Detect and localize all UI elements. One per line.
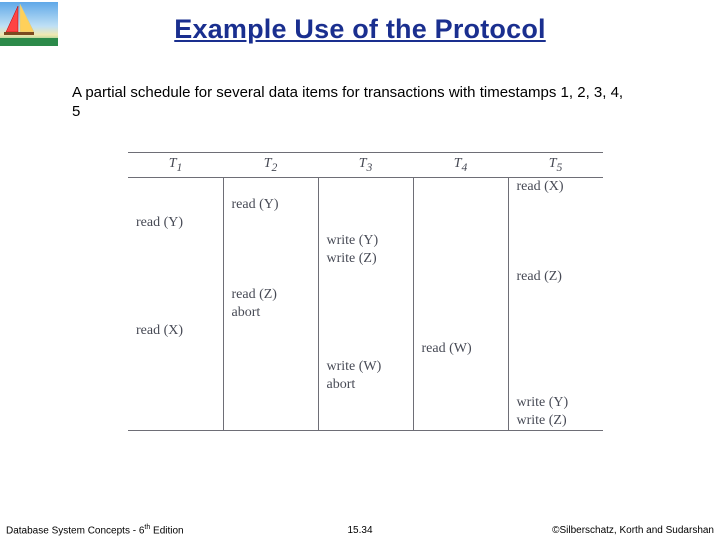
table-cell <box>223 177 318 196</box>
table-row: read (Y) <box>128 196 603 214</box>
table-cell <box>508 286 603 304</box>
table-cell <box>413 196 508 214</box>
table-cell <box>508 196 603 214</box>
table-cell <box>413 286 508 304</box>
col-header-t1: T1 <box>128 153 223 178</box>
table-cell <box>508 376 603 394</box>
table-row: read (Z) <box>128 286 603 304</box>
table-cell <box>223 268 318 286</box>
table-row: write (Y) <box>128 232 603 250</box>
table-cell <box>413 376 508 394</box>
table-cell <box>318 268 413 286</box>
table-row: read (Y) <box>128 214 603 232</box>
table-cell: read (Y) <box>128 214 223 232</box>
table-cell <box>413 304 508 322</box>
table-cell: read (X) <box>128 322 223 340</box>
table-row: read (X) <box>128 177 603 196</box>
table-cell <box>508 304 603 322</box>
table-cell <box>223 214 318 232</box>
table-cell <box>318 412 413 431</box>
table-cell <box>223 340 318 358</box>
table-cell: abort <box>318 376 413 394</box>
table-cell <box>128 286 223 304</box>
table-cell: write (W) <box>318 358 413 376</box>
table-cell <box>223 322 318 340</box>
table-cell <box>318 177 413 196</box>
table-cell <box>508 250 603 268</box>
table-cell <box>413 358 508 376</box>
table-cell <box>318 196 413 214</box>
table-cell: write (Y) <box>508 394 603 412</box>
table-cell <box>223 358 318 376</box>
slide-title: Example Use of the Protocol <box>0 14 720 45</box>
schedule-table-container: T1 T2 T3 T4 T5 read (X)read (Y)read (Y)w… <box>128 152 603 431</box>
table-cell: read (X) <box>508 177 603 196</box>
table-cell <box>318 394 413 412</box>
table-cell: write (Z) <box>318 250 413 268</box>
table-cell: write (Z) <box>508 412 603 431</box>
table-cell: read (W) <box>413 340 508 358</box>
table-cell <box>223 394 318 412</box>
table-cell <box>223 232 318 250</box>
table-cell <box>128 376 223 394</box>
table-cell <box>508 358 603 376</box>
col-header-t2: T2 <box>223 153 318 178</box>
table-row: read (W) <box>128 340 603 358</box>
table-cell <box>128 250 223 268</box>
table-row: abort <box>128 304 603 322</box>
col-header-t3: T3 <box>318 153 413 178</box>
table-cell: read (Z) <box>508 268 603 286</box>
table-cell <box>223 412 318 431</box>
table-cell <box>413 412 508 431</box>
table-cell <box>413 232 508 250</box>
table-cell <box>318 214 413 232</box>
table-cell <box>318 286 413 304</box>
table-row: write (Z) <box>128 412 603 431</box>
table-cell <box>413 214 508 232</box>
table-cell <box>508 232 603 250</box>
table-cell: read (Z) <box>223 286 318 304</box>
table-cell <box>413 250 508 268</box>
table-cell <box>413 177 508 196</box>
table-cell <box>508 214 603 232</box>
table-row: write (W) <box>128 358 603 376</box>
col-header-t4: T4 <box>413 153 508 178</box>
table-cell <box>318 304 413 322</box>
table-row: write (Y) <box>128 394 603 412</box>
table-row: read (Z) <box>128 268 603 286</box>
table-cell <box>128 358 223 376</box>
table-cell <box>223 376 318 394</box>
table-cell <box>413 322 508 340</box>
table-cell <box>128 232 223 250</box>
table-cell <box>413 268 508 286</box>
table-cell <box>128 394 223 412</box>
table-row: read (X) <box>128 322 603 340</box>
table-cell <box>413 394 508 412</box>
table-cell <box>128 177 223 196</box>
table-row: write (Z) <box>128 250 603 268</box>
table-cell <box>318 322 413 340</box>
table-cell <box>318 340 413 358</box>
table-cell <box>223 250 318 268</box>
schedule-table: T1 T2 T3 T4 T5 read (X)read (Y)read (Y)w… <box>128 152 603 431</box>
table-cell <box>128 268 223 286</box>
table-cell: read (Y) <box>223 196 318 214</box>
table-row: abort <box>128 376 603 394</box>
footer-right: ©Silberschatz, Korth and Sudarshan <box>552 525 714 536</box>
table-cell <box>128 304 223 322</box>
table-cell <box>508 322 603 340</box>
table-cell <box>508 340 603 358</box>
table-cell: abort <box>223 304 318 322</box>
table-cell <box>128 196 223 214</box>
table-cell <box>128 340 223 358</box>
col-header-t5: T5 <box>508 153 603 178</box>
slide-description: A partial schedule for several data item… <box>72 84 632 122</box>
table-cell <box>128 412 223 431</box>
table-cell: write (Y) <box>318 232 413 250</box>
